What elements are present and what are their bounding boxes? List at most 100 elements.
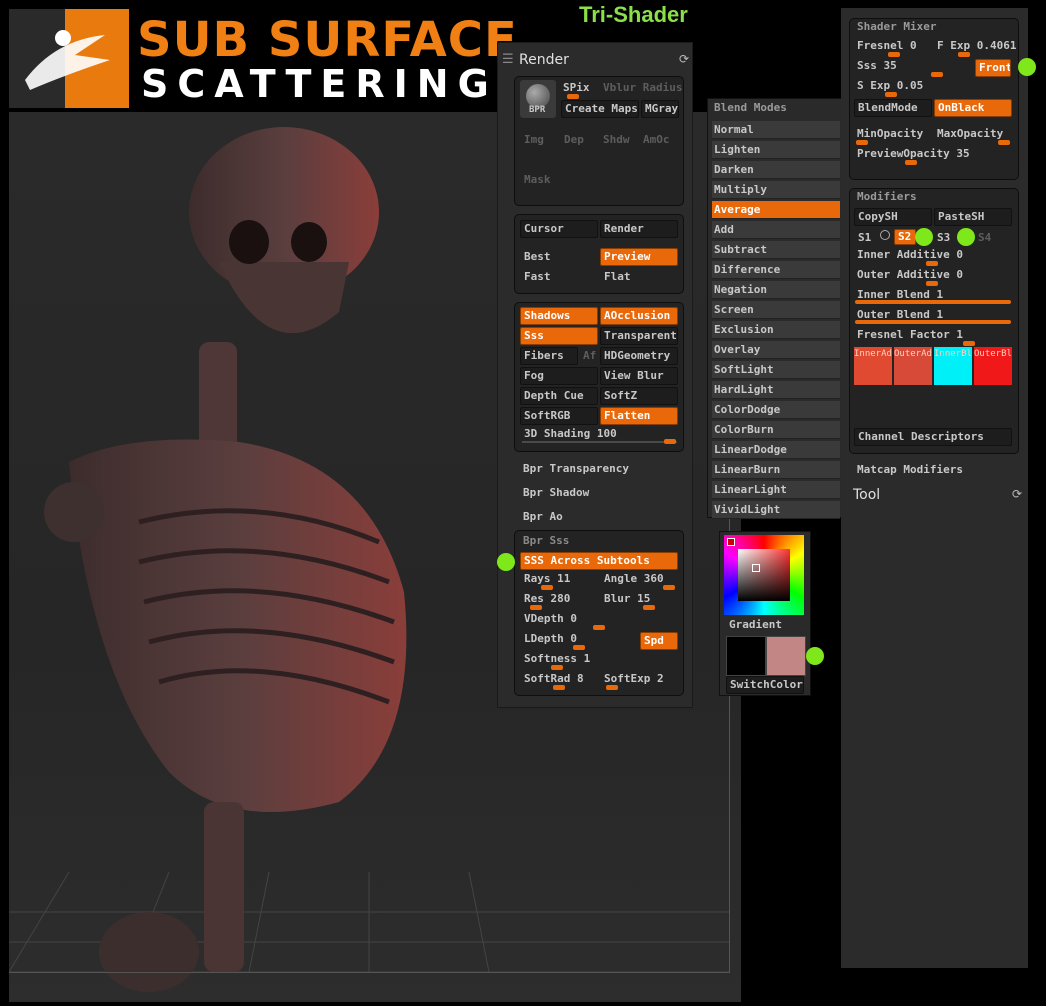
spix-slider[interactable]: SPix	[563, 81, 590, 94]
blend-mode-item[interactable]: Negation	[712, 281, 840, 299]
softz-toggle[interactable]: SoftZ	[600, 387, 678, 405]
img-toggle[interactable]: Img	[524, 133, 544, 146]
outer-additive-knob[interactable]	[926, 281, 938, 286]
flatten-toggle[interactable]: Flatten	[600, 407, 678, 425]
shdw-toggle[interactable]: Shdw	[603, 133, 630, 146]
pastesh-button[interactable]: PasteSH	[934, 208, 1012, 226]
sss-slider[interactable]: Sss 35	[857, 59, 897, 72]
spd-toggle[interactable]: Spd	[640, 632, 678, 650]
modifier-swatch[interactable]: OuterBle	[974, 347, 1012, 385]
secondary-color-swatch[interactable]	[766, 636, 806, 676]
cursor-button[interactable]: Cursor	[520, 220, 598, 238]
3d-shading-track[interactable]	[522, 441, 677, 443]
af-toggle[interactable]: Af	[583, 349, 596, 362]
mask-toggle[interactable]: Mask	[524, 173, 551, 186]
spix-knob[interactable]	[567, 94, 579, 99]
softexp-slider[interactable]: SoftExp 2	[604, 672, 664, 685]
render-button[interactable]: Render	[600, 220, 678, 238]
fibers-toggle[interactable]: Fibers	[520, 347, 578, 365]
rays-knob[interactable]	[541, 585, 553, 590]
fresnel-factor-knob[interactable]	[963, 341, 975, 346]
min-opacity-knob[interactable]	[856, 140, 868, 145]
blend-mode-item[interactable]: LinearDodge	[712, 441, 840, 459]
ldepth-slider[interactable]: LDepth 0	[524, 632, 577, 645]
fresnel-slider[interactable]: Fresnel 0	[857, 39, 917, 52]
gradient-toggle[interactable]: Gradient	[729, 618, 782, 631]
max-opacity-knob[interactable]	[998, 140, 1010, 145]
amoc-toggle[interactable]: AmOc	[643, 133, 670, 146]
blend-mode-item[interactable]: Normal	[712, 121, 840, 139]
fresnel-factor-slider[interactable]: Fresnel Factor 1	[857, 328, 963, 341]
s-exp-knob[interactable]	[885, 92, 897, 97]
blend-mode-item[interactable]: Darken	[712, 161, 840, 179]
depth-cue-toggle[interactable]: Depth Cue	[520, 387, 598, 405]
vblur-radius-slider[interactable]: Vblur Radius	[603, 81, 682, 94]
res-knob[interactable]	[530, 605, 542, 610]
softrad-knob[interactable]	[553, 685, 565, 690]
hdgeometry-toggle[interactable]: HDGeometry	[600, 347, 678, 365]
softness-slider[interactable]: Softness 1	[524, 652, 590, 665]
s1-button[interactable]: S1	[858, 231, 871, 244]
blend-mode-item[interactable]: LinearBurn	[712, 461, 840, 479]
blend-mode-item[interactable]: Lighten	[712, 141, 840, 159]
modifier-swatch[interactable]: InnerAdd	[854, 347, 892, 385]
s-exp-slider[interactable]: S Exp 0.05	[857, 79, 923, 92]
f-exp-knob[interactable]	[958, 52, 970, 57]
switch-color-button[interactable]: SwitchColor	[726, 676, 804, 694]
res-slider[interactable]: Res 280	[524, 592, 570, 605]
angle-slider[interactable]: Angle 360	[604, 572, 664, 585]
blend-mode-item[interactable]: Multiply	[712, 181, 840, 199]
rays-slider[interactable]: Rays 11	[524, 572, 570, 585]
outer-blend-bar[interactable]	[855, 320, 1011, 324]
inner-blend-bar[interactable]	[855, 300, 1011, 304]
s1-radio-icon[interactable]	[880, 230, 890, 240]
blend-mode-item[interactable]: ColorBurn	[712, 421, 840, 439]
channel-descriptors-button[interactable]: Channel Descriptors	[854, 428, 1012, 446]
transparent-toggle[interactable]: Transparent	[600, 327, 678, 345]
create-maps-button[interactable]: Create Maps	[561, 100, 639, 118]
preview-opacity-knob[interactable]	[905, 160, 917, 165]
blend-mode-item[interactable]: VividLight	[712, 501, 840, 519]
color-marker[interactable]	[752, 564, 760, 572]
angle-knob[interactable]	[663, 585, 675, 590]
softrad-slider[interactable]: SoftRad 8	[524, 672, 584, 685]
aocclusion-toggle[interactable]: AOcclusion	[600, 307, 678, 325]
matcap-modifiers-menu[interactable]: Matcap Modifiers	[857, 463, 963, 476]
blend-mode-item[interactable]: Screen	[712, 301, 840, 319]
preview-opacity-slider[interactable]: PreviewOpacity 35	[857, 147, 970, 160]
hue-marker[interactable]	[727, 538, 735, 546]
inner-additive-knob[interactable]	[926, 261, 938, 266]
tool-refresh-icon[interactable]: ⟳	[1012, 487, 1022, 501]
tool-menu-title[interactable]: Tool	[853, 487, 880, 503]
shadows-toggle[interactable]: Shadows	[520, 307, 598, 325]
sss-across-subtools-toggle[interactable]: SSS Across Subtools	[520, 552, 678, 570]
blend-mode-item[interactable]: Average	[712, 201, 840, 219]
best-button[interactable]: Best	[524, 250, 551, 263]
blend-mode-item[interactable]: Exclusion	[712, 321, 840, 339]
softrgb-toggle[interactable]: SoftRGB	[520, 407, 598, 425]
vdepth-knob[interactable]	[593, 625, 605, 630]
blend-mode-item[interactable]: LinearLight	[712, 481, 840, 499]
sss-toggle[interactable]: Sss	[520, 327, 598, 345]
bpr-ao-menu[interactable]: Bpr Ao	[523, 510, 563, 523]
refresh-icon[interactable]: ⟳	[679, 52, 689, 66]
blendmode-button[interactable]: BlendMode	[854, 99, 932, 117]
outer-additive-slider[interactable]: Outer Additive 0	[857, 268, 963, 281]
fog-toggle[interactable]: Fog	[520, 367, 598, 385]
bpr-transparency-menu[interactable]: Bpr Transparency	[523, 462, 629, 475]
blur-knob[interactable]	[643, 605, 655, 610]
3d-shading-slider[interactable]: 3D Shading 100	[524, 427, 617, 440]
onblack-toggle[interactable]: OnBlack	[934, 99, 1012, 117]
copysh-button[interactable]: CopySH	[854, 208, 932, 226]
blend-mode-item[interactable]: HardLight	[712, 381, 840, 399]
mgray-button[interactable]: MGray	[641, 100, 679, 118]
blend-mode-item[interactable]: Overlay	[712, 341, 840, 359]
fresnel-knob[interactable]	[888, 52, 900, 57]
blend-mode-item[interactable]: Difference	[712, 261, 840, 279]
inner-additive-slider[interactable]: Inner Additive 0	[857, 248, 963, 261]
max-opacity-slider[interactable]: MaxOpacity	[937, 127, 1003, 140]
softness-knob[interactable]	[551, 665, 563, 670]
blend-mode-item[interactable]: SoftLight	[712, 361, 840, 379]
blend-mode-item[interactable]: Subtract	[712, 241, 840, 259]
ldepth-knob[interactable]	[573, 645, 585, 650]
